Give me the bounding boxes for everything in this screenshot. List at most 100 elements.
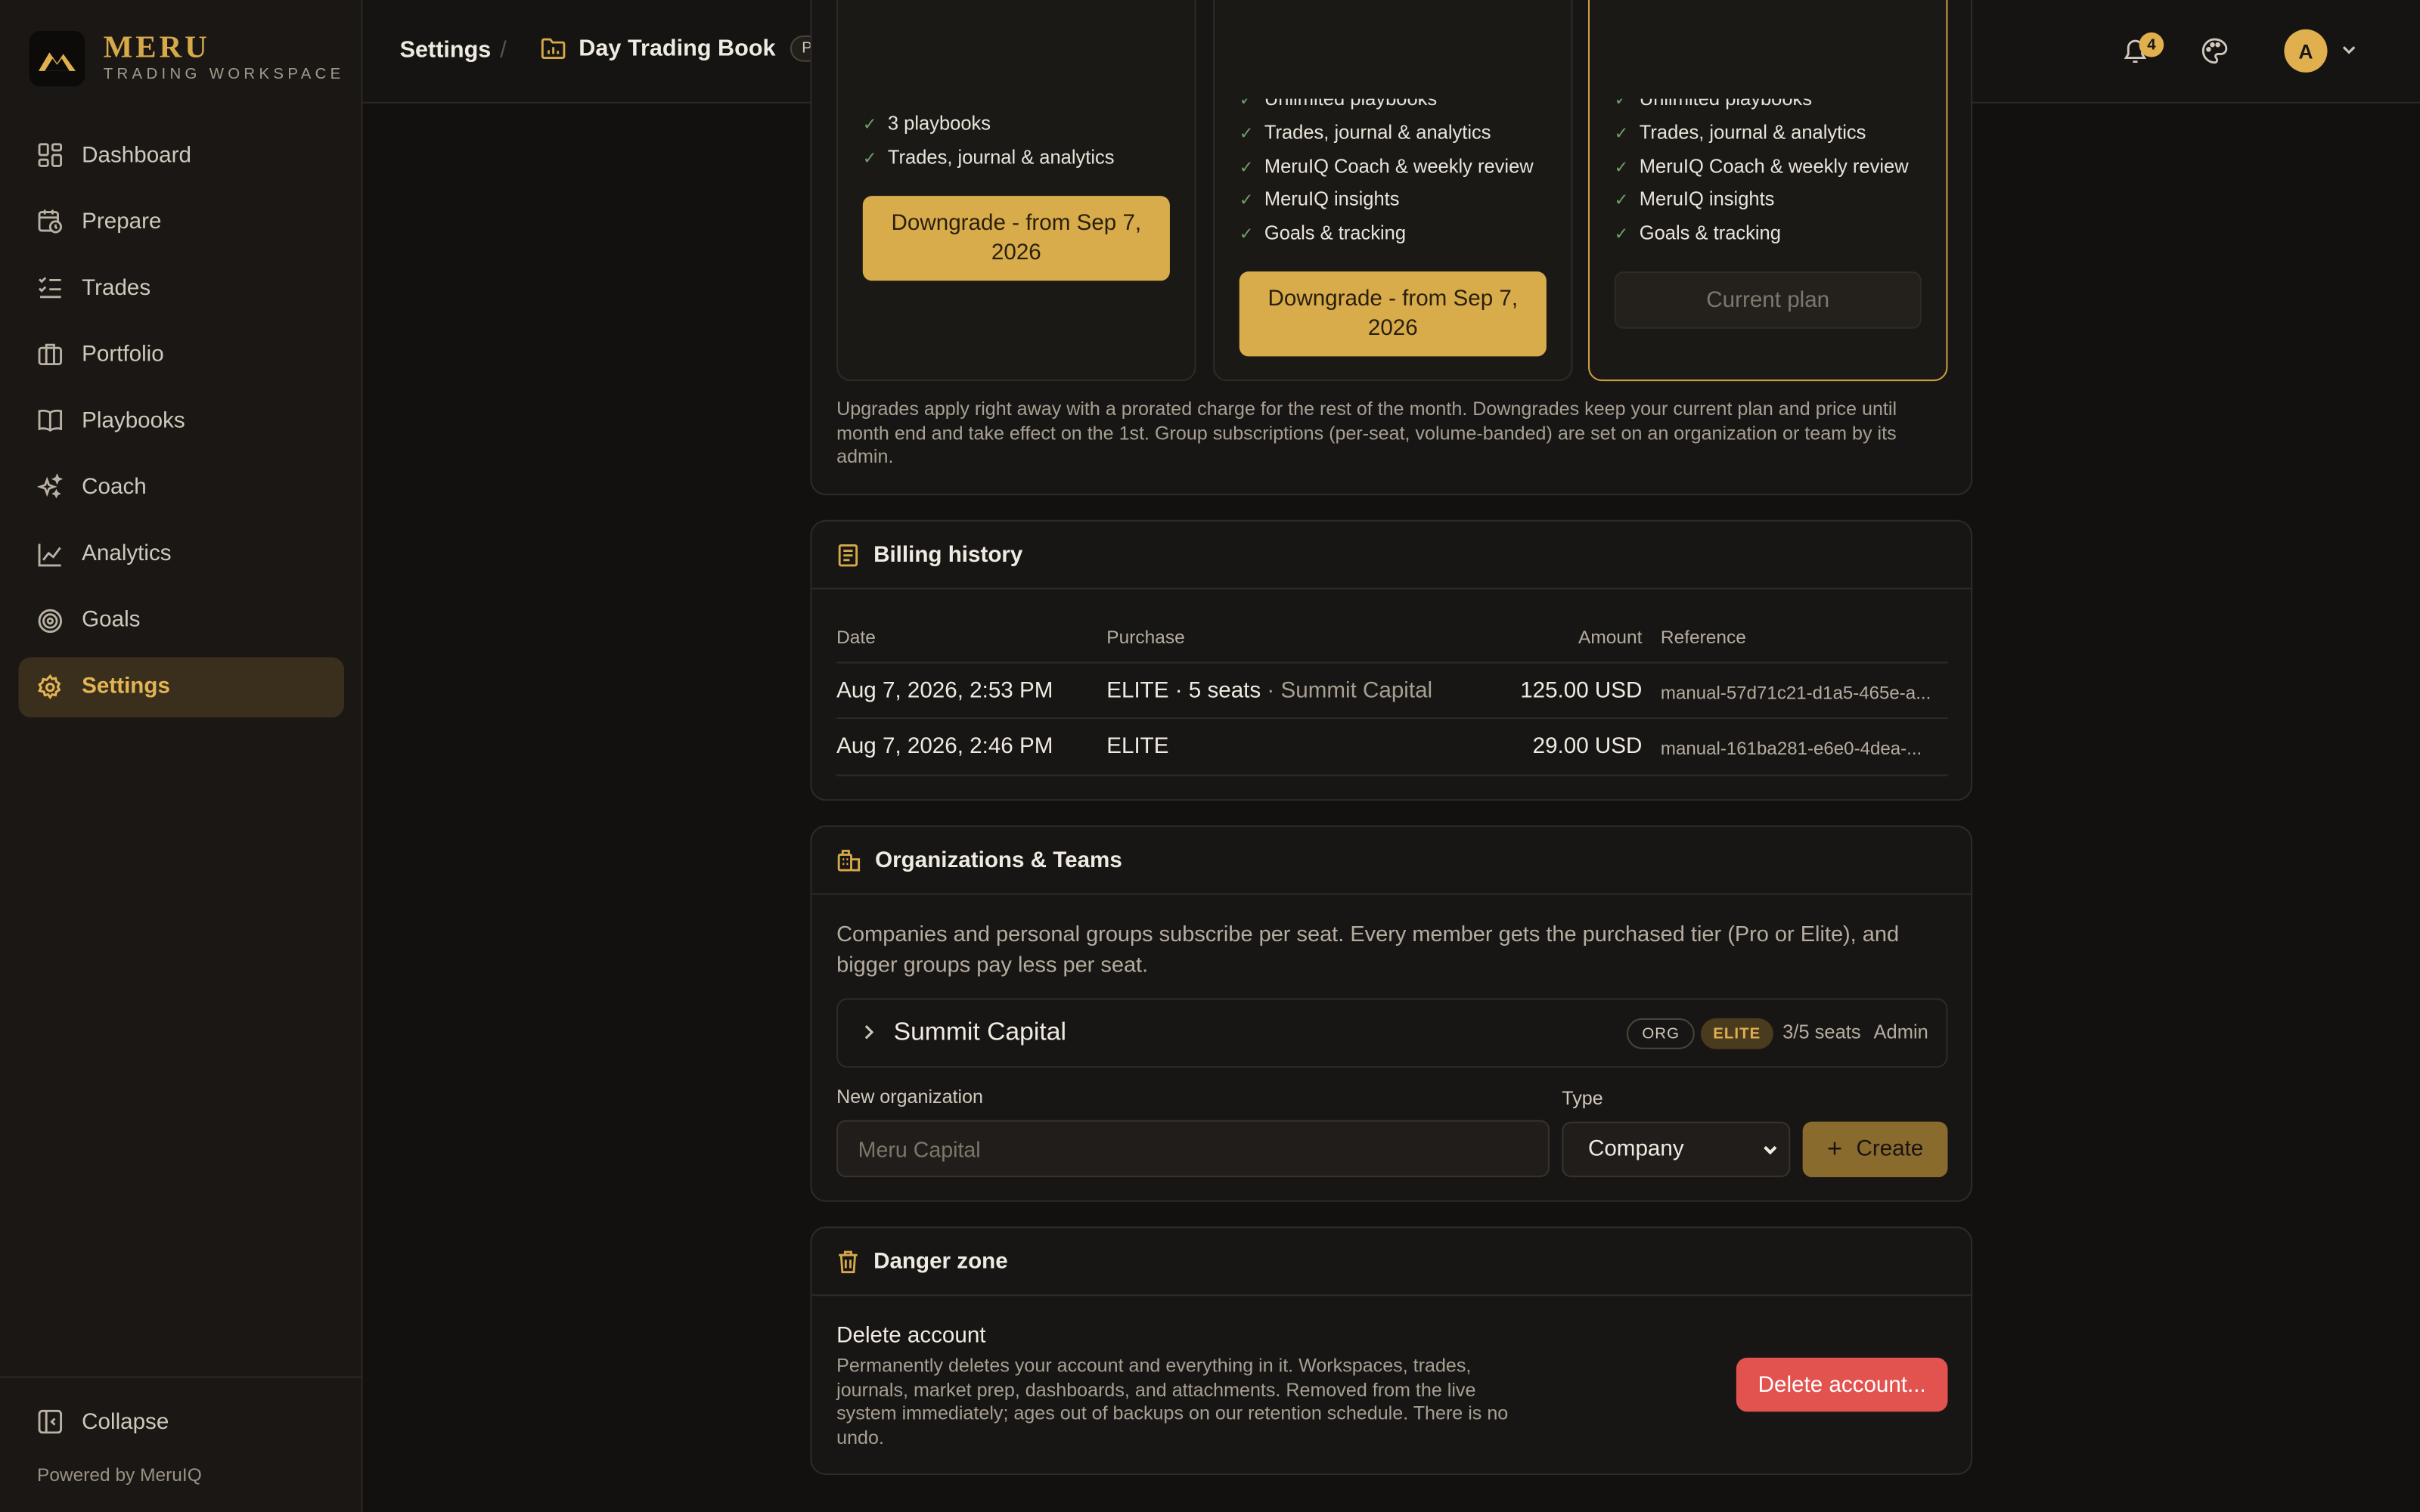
new-org-input[interactable]: Meru Capital — [836, 1120, 1550, 1178]
plan-feature: ✓ Goals & tracking — [1614, 222, 1781, 244]
billing-history-title: Billing history — [873, 542, 1023, 567]
plans-card: ✓ 3 playbooks ✓ Trades, journal & analytic… — [810, 0, 1973, 496]
sidebar-item-dashboard[interactable]: Dashboard — [18, 125, 344, 185]
collapse-sidebar-icon — [37, 1408, 64, 1435]
sidebar-item-playbooks[interactable]: Playbooks — [18, 391, 344, 451]
delete-account-description: Permanently deletes your account and eve… — [836, 1354, 1509, 1448]
org-row-summit-capital[interactable]: Summit Capital ORG ELITE 3/5 seats Admin — [836, 998, 1948, 1068]
notification-count-badge: 4 — [2139, 32, 2164, 57]
brand-name: MERU — [103, 30, 210, 65]
sidebar-item-label: Playbooks — [82, 408, 185, 434]
delete-account-title: Delete account — [836, 1324, 986, 1349]
palette-icon[interactable] — [2201, 37, 2229, 73]
plan-card-basic: ✓ 3 playbooks ✓ Trades, journal & analytic… — [836, 0, 1196, 382]
organizations-description: Companies and personal groups subscribe … — [836, 922, 1900, 978]
org-type-badge: ORG — [1627, 1018, 1696, 1049]
breadcrumb-settings[interactable]: Settings — [400, 37, 492, 64]
check-icon: ✓ — [1614, 158, 1629, 177]
plan-feature: ✓ Trades, journal & analytics — [862, 146, 1115, 169]
plan-feature: ✓ Goals & tracking — [1239, 222, 1407, 244]
plan-feature: ✓ Trades, journal & analytics — [1614, 122, 1866, 144]
target-icon — [37, 607, 64, 634]
row-org: · Summit Capital — [1267, 678, 1433, 704]
check-icon: ✓ — [1614, 90, 1629, 109]
check-icon: ✓ — [1614, 224, 1629, 243]
downgrade-button[interactable]: Downgrade - from Sep 7, 2026 — [862, 196, 1170, 281]
sidebar-item-coach[interactable]: Coach — [18, 457, 344, 518]
plan-feature: ✓ Unlimited playbooks — [1614, 88, 1813, 110]
sidebar-item-settings[interactable]: Settings — [18, 656, 345, 717]
plan-feature: ✓ 3 playbooks — [862, 112, 991, 135]
dashboard-icon — [37, 142, 64, 169]
row-reference: manual-161ba281-e6e0-4dea-... — [1660, 737, 1922, 760]
create-org-button[interactable]: + Create — [1802, 1121, 1948, 1178]
plan-feature: ✓ MeruIQ Coach & weekly review — [1239, 156, 1534, 178]
sidebar-item-portfolio[interactable]: Portfolio — [18, 324, 344, 385]
brand[interactable]: MERU TRADING WORKSPACE — [29, 30, 345, 87]
plan-feature: ✓ Unlimited playbooks — [1239, 88, 1438, 110]
workspace-name: Day Trading Book — [579, 35, 776, 62]
briefcase-icon — [37, 342, 64, 368]
check-icon: ✓ — [1239, 224, 1254, 243]
plan-feature: ✓ Trades, journal & analytics — [1239, 122, 1491, 144]
sidebar-item-label: Trades — [82, 275, 151, 301]
row-date: Aug 7, 2026, 2:53 PM — [836, 678, 1053, 704]
sidebar-item-trades[interactable]: Trades — [18, 258, 344, 318]
sidebar-item-label: Prepare — [82, 209, 162, 234]
sidebar: MERU TRADING WORKSPACE Dashboard Prepare… — [0, 0, 363, 1512]
sidebar-item-prepare[interactable]: Prepare — [18, 191, 344, 252]
book-icon — [37, 408, 64, 435]
sidebar-item-label: Portfolio — [82, 342, 164, 367]
divider — [836, 662, 1948, 664]
avatar[interactable]: A — [2284, 29, 2328, 73]
chevron-down-icon[interactable] — [2340, 40, 2358, 58]
sidebar-item-label: Analytics — [82, 541, 172, 567]
org-type-select[interactable]: Company — [1562, 1121, 1791, 1178]
check-icon: ✓ — [1239, 124, 1254, 143]
row-purchase: ELITE · 5 seats · Summit Capital — [1106, 678, 1433, 704]
create-label: Create — [1856, 1137, 1924, 1162]
sidebar-item-analytics[interactable]: Analytics — [18, 524, 344, 584]
check-icon: ✓ — [1239, 158, 1254, 177]
row-amount: 125.00 USD — [1520, 678, 1643, 704]
sidebar-item-label: Settings — [82, 674, 170, 699]
organizations-header: Organizations & Teams — [811, 827, 1972, 895]
organizations-card: Organizations & Teams Companies and pers… — [810, 825, 1973, 1202]
danger-zone-title: Danger zone — [873, 1249, 1008, 1274]
app-root: MERU TRADING WORKSPACE Dashboard Prepare… — [0, 0, 2420, 1512]
sidebar-item-goals[interactable]: Goals — [18, 590, 344, 651]
check-icon: ✓ — [1239, 90, 1254, 109]
row-purchase: ELITE — [1106, 734, 1169, 760]
collapse-button[interactable]: Collapse — [37, 1408, 169, 1435]
sidebar-item-label: Dashboard — [82, 142, 191, 168]
check-icon: ✓ — [1239, 191, 1254, 209]
danger-zone-card: Danger zone Delete account Permanently d… — [810, 1226, 1973, 1476]
powered-by: Powered by MeruIQ — [36, 1464, 202, 1486]
list-check-icon — [37, 275, 64, 302]
downgrade-button[interactable]: Downgrade - from Sep 7, 2026 — [1239, 271, 1547, 357]
org-name: Summit Capital — [893, 1018, 1066, 1046]
check-icon: ✓ — [862, 115, 877, 134]
chevron-down-icon — [1761, 1140, 1779, 1158]
divider — [836, 717, 1948, 720]
trash-icon — [836, 1249, 860, 1274]
org-tier-badge: ELITE — [1700, 1018, 1773, 1049]
plan-card-pro: ✓ Unlimited playbooks ✓ Trades, journal & … — [1213, 0, 1573, 382]
receipt-icon — [836, 542, 860, 567]
current-plan-button: Current plan — [1614, 271, 1922, 329]
org-seats: 3/5 seats — [1782, 1021, 1861, 1043]
plan-feature: ✓ MeruIQ insights — [1239, 187, 1400, 210]
row-amount: 29.00 USD — [1532, 734, 1643, 760]
sidebar-nav: Dashboard Prepare Trades Portfolio Playb… — [18, 125, 345, 723]
sidebar-item-label: Coach — [82, 475, 147, 500]
danger-zone-header: Danger zone — [811, 1228, 1972, 1297]
check-icon: ✓ — [1614, 124, 1629, 143]
delete-account-button[interactable]: Delete account... — [1736, 1357, 1948, 1412]
collapse-label: Collapse — [82, 1409, 169, 1434]
chevron-right-icon[interactable] — [860, 1021, 878, 1043]
breadcrumb-separator: / — [500, 36, 507, 64]
plans-note: Upgrades apply right away with a prorate… — [836, 398, 1897, 468]
sparkles-icon — [36, 474, 64, 500]
sidebar-footer: Collapse Powered by MeruIQ — [0, 1376, 363, 1512]
type-label: Type — [1562, 1087, 1603, 1110]
